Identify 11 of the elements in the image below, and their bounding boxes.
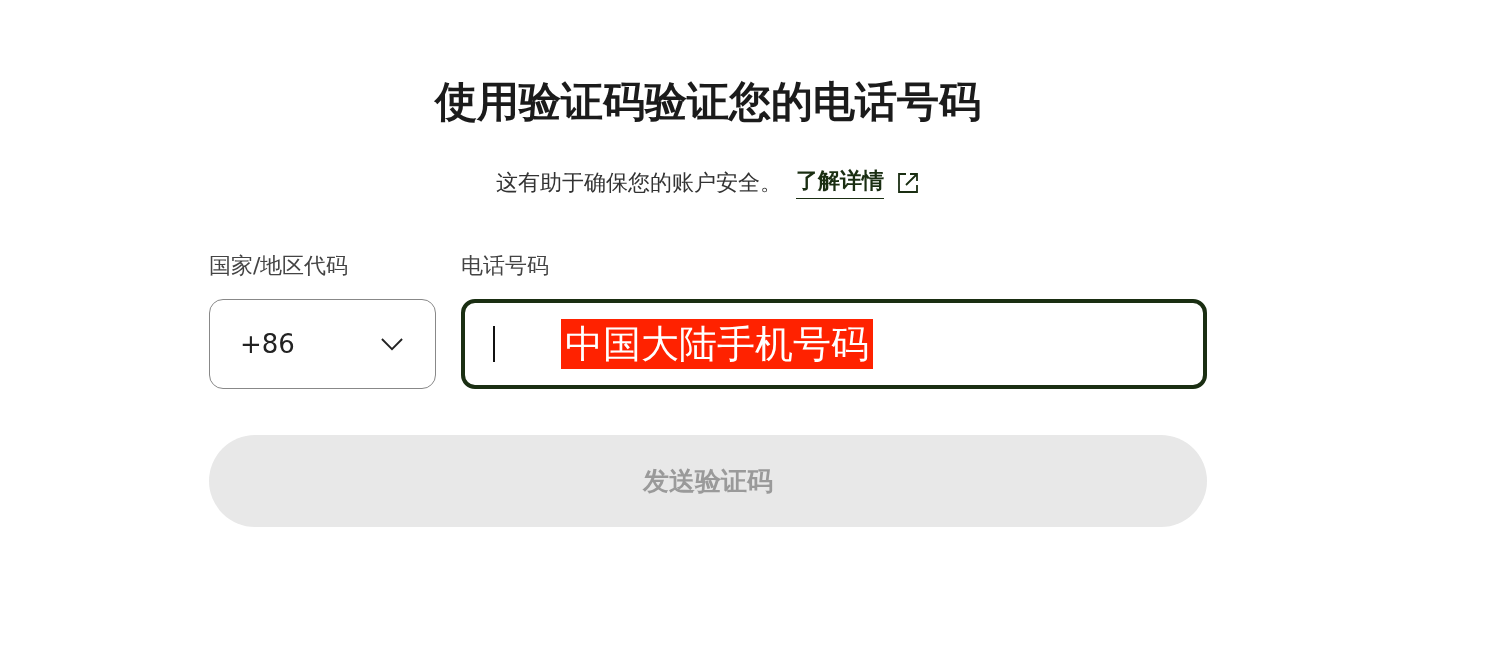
learn-more-link[interactable]: 了解详情 — [796, 166, 884, 199]
field-label: 国家/地区代码 — [209, 252, 349, 280]
field-label: 电话号码 — [461, 252, 549, 280]
text-cursor — [493, 326, 495, 362]
external-link-icon[interactable] — [896, 170, 920, 195]
page-title: 使用验证码验证您的电话号码 — [435, 76, 981, 128]
chevron-down-icon — [381, 337, 403, 351]
annotation-label: 中国大陆手机号码 — [561, 319, 873, 369]
subtitle-text: 这有助于确保您的账户安全。 — [496, 168, 782, 197]
country-code-dropdown[interactable]: +86 — [209, 299, 436, 389]
phone-input-field[interactable]: 中国大陆手机号码 — [461, 299, 1207, 389]
